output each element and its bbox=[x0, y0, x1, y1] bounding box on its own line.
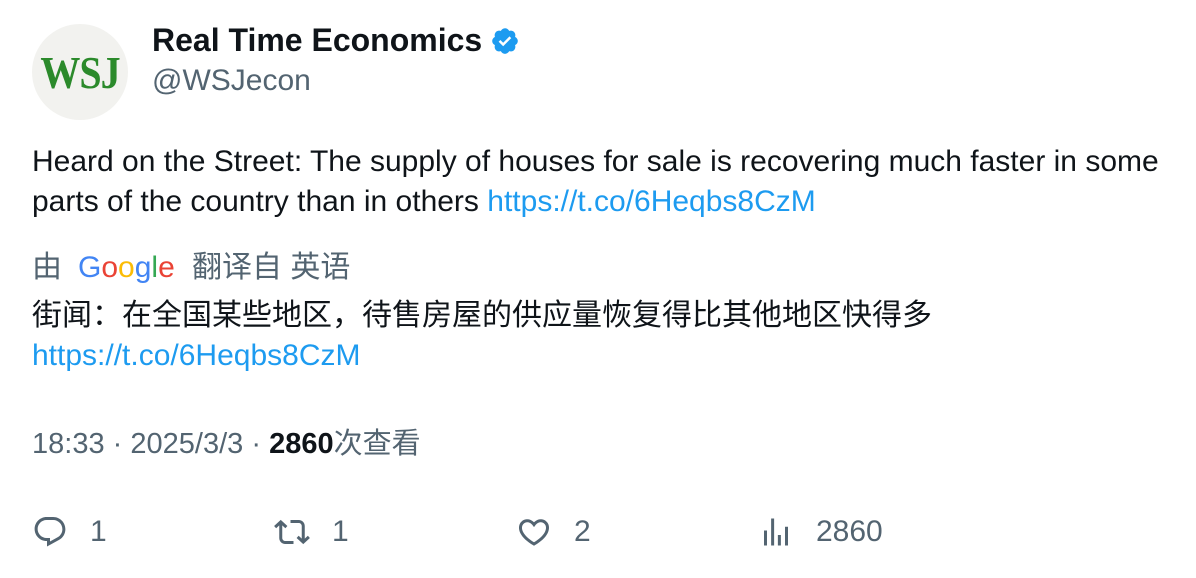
avatar[interactable]: WSJ bbox=[32, 24, 128, 120]
action-bar: 1 1 2 2860 bbox=[32, 510, 1172, 554]
views-button[interactable]: 2860 bbox=[758, 510, 883, 554]
views-action-count: 2860 bbox=[816, 515, 883, 548]
reply-count: 1 bbox=[90, 515, 107, 548]
translation-attribution: 由 Google 翻译自 英语 bbox=[32, 248, 350, 288]
meta-separator: · bbox=[112, 428, 123, 460]
tweet-text: Heard on the Street: The supply of house… bbox=[32, 142, 1172, 222]
analytics-icon bbox=[764, 518, 788, 546]
translated-text-body: 街闻：在全国某些地区，待售房屋的供应量恢复得比其他地区快得多 bbox=[32, 299, 932, 332]
retweet-button[interactable]: 1 bbox=[274, 510, 349, 554]
wsj-logo: WSJ bbox=[40, 46, 120, 98]
reply-icon bbox=[34, 517, 66, 547]
display-name[interactable]: Real Time Economics bbox=[152, 22, 482, 59]
meta-separator: · bbox=[251, 428, 261, 460]
tweet-meta: 18:33 · 2025/3/3 · 2860次查看 bbox=[32, 424, 421, 464]
google-logo: Google bbox=[78, 248, 176, 288]
retweet-icon bbox=[274, 519, 310, 545]
tweet-card: WSJ Real Time Economics @WSJecon Heard o… bbox=[0, 0, 1196, 578]
translated-from-label[interactable]: 翻译自 英语 bbox=[192, 248, 350, 288]
translated-by-label: 由 bbox=[32, 251, 62, 284]
views-label: 次查看 bbox=[333, 428, 421, 460]
verified-badge-icon[interactable] bbox=[490, 26, 520, 56]
tweet-date[interactable]: 2025/3/3 bbox=[130, 428, 243, 460]
like-count: 2 bbox=[574, 515, 591, 548]
translated-link[interactable]: https://t.co/6Heqbs8CzM bbox=[32, 339, 360, 372]
translated-text: 街闻：在全国某些地区，待售房屋的供应量恢复得比其他地区快得多 https://t… bbox=[32, 296, 1172, 376]
reply-button[interactable]: 1 bbox=[32, 510, 107, 554]
heart-icon bbox=[518, 519, 550, 546]
tweet-link[interactable]: https://t.co/6Heqbs8CzM bbox=[487, 185, 815, 218]
author-name-row: Real Time Economics bbox=[152, 22, 520, 59]
author-handle[interactable]: @WSJecon bbox=[152, 64, 311, 98]
views-count: 2860 bbox=[269, 428, 334, 460]
svg-text:Google: Google bbox=[78, 251, 175, 284]
like-button[interactable]: 2 bbox=[516, 510, 591, 554]
retweet-count: 1 bbox=[332, 515, 349, 548]
tweet-time[interactable]: 18:33 bbox=[32, 428, 105, 460]
